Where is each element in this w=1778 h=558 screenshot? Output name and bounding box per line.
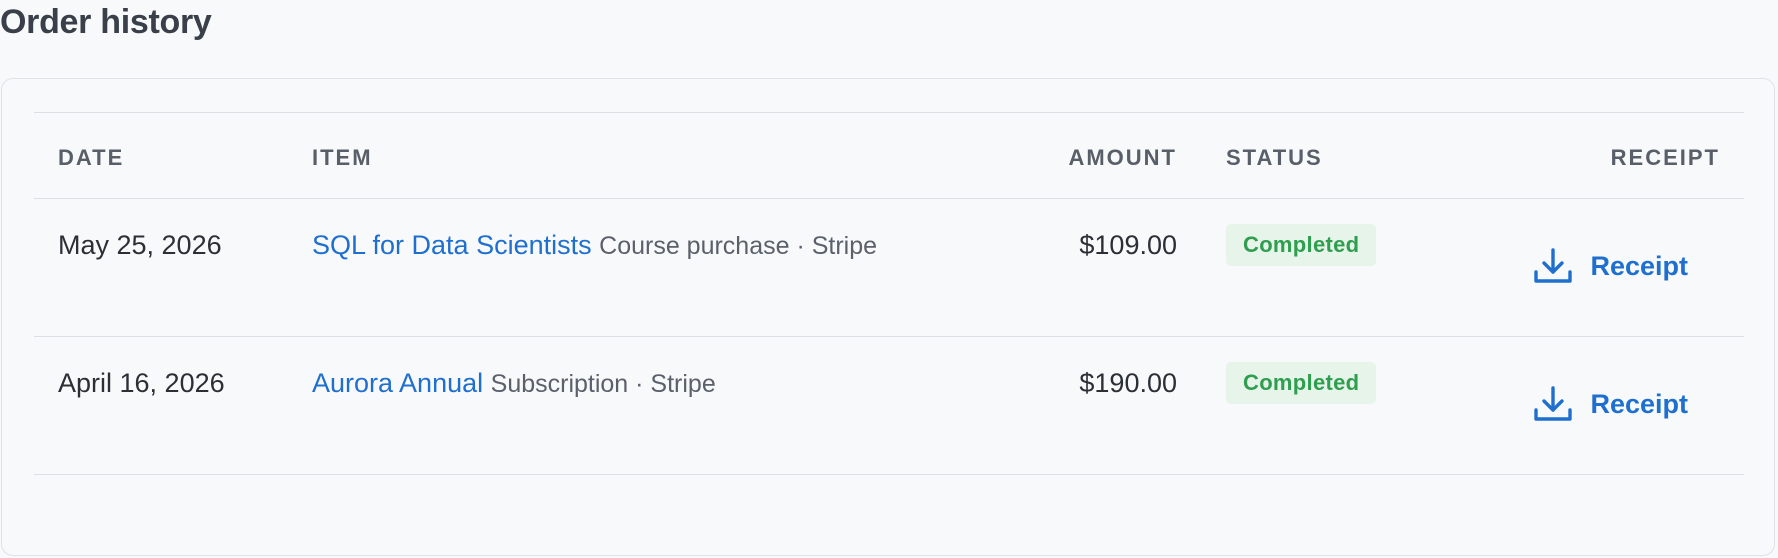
order-history-page: Order history DATE ITEM AMOUNT STATUS RE… (0, 0, 1778, 558)
order-receipt: Receipt (1532, 245, 1688, 295)
status-badge: Completed (1226, 362, 1377, 404)
order-item: Aurora Annual Subscription · Stripe (312, 366, 716, 401)
table-row: April 16, 2026 Aurora Annual Subscriptio… (34, 337, 1744, 475)
order-amount: $190.00 (1079, 368, 1177, 398)
orders-table: DATE ITEM AMOUNT STATUS RECEIPT May 25, … (34, 112, 1744, 475)
item-link[interactable]: Aurora Annual (312, 368, 483, 398)
orders-card: DATE ITEM AMOUNT STATUS RECEIPT May 25, … (1, 78, 1775, 556)
download-icon (1534, 386, 1573, 421)
receipt-button[interactable]: Receipt (1532, 245, 1688, 287)
page-title: Order history (0, 3, 212, 41)
header-amount: AMOUNT (1068, 145, 1177, 170)
order-date: April 16, 2026 (58, 368, 225, 398)
download-icon (1534, 248, 1573, 283)
order-item: SQL for Data Scientists Course purchase … (312, 228, 877, 263)
item-description: Subscription · Stripe (490, 370, 716, 398)
receipt-label: Receipt (1590, 251, 1688, 281)
order-date: May 25, 2026 (58, 230, 222, 260)
receipt-label: Receipt (1590, 389, 1688, 419)
item-link[interactable]: SQL for Data Scientists (312, 230, 592, 260)
header-status: STATUS (1226, 145, 1323, 170)
receipt-button[interactable]: Receipt (1532, 383, 1688, 425)
header-receipt: RECEIPT (1610, 145, 1720, 170)
header-date: DATE (58, 145, 125, 170)
status-badge: Completed (1226, 224, 1377, 266)
header-item: ITEM (312, 145, 373, 170)
order-amount: $109.00 (1079, 230, 1177, 260)
table-header: DATE ITEM AMOUNT STATUS RECEIPT (34, 113, 1744, 199)
table-row: May 25, 2026 SQL for Data Scientists Cou… (34, 199, 1744, 337)
order-status: Completed (1226, 362, 1377, 404)
item-description: Course purchase · Stripe (599, 232, 878, 260)
order-status: Completed (1226, 224, 1377, 266)
order-receipt: Receipt (1532, 383, 1688, 433)
